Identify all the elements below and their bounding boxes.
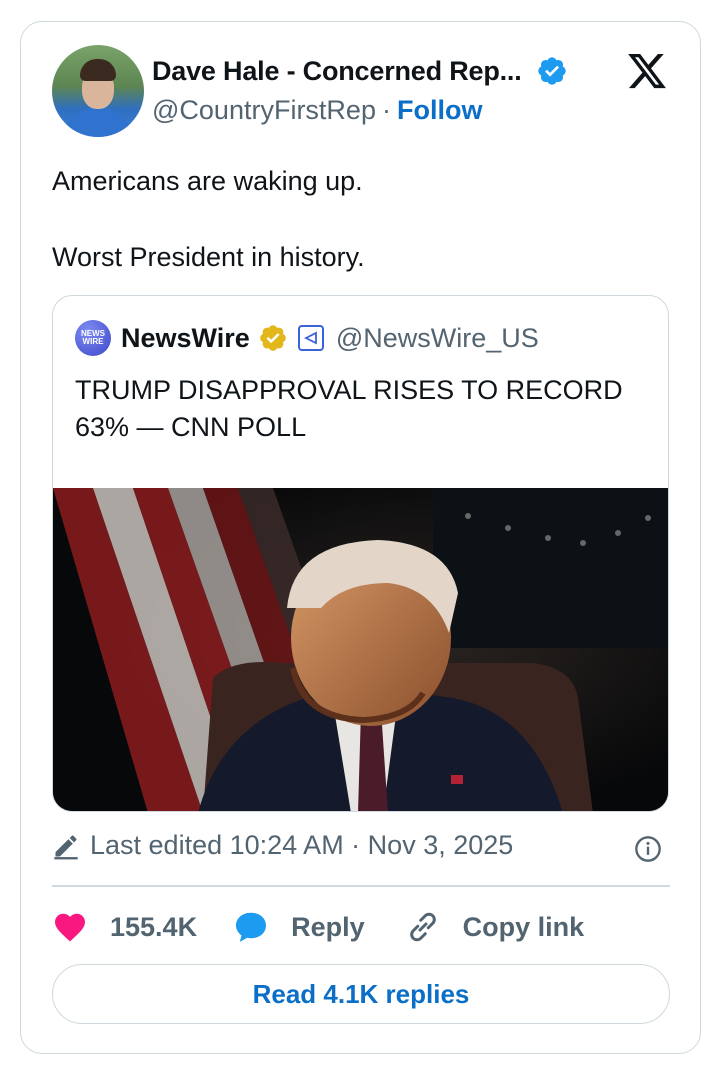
author-handle-row: @CountryFirstRep · Follow: [152, 95, 482, 126]
quote-header: NEWS WIRE NewsWire @NewsWire_US: [75, 320, 539, 356]
quote-author-name[interactable]: NewsWire: [121, 323, 250, 354]
info-icon[interactable]: [634, 835, 662, 863]
author-name-row: Dave Hale - Concerned Rep...: [152, 55, 568, 87]
action-bar: 155.4K Reply Copy link: [52, 905, 584, 949]
quoted-tweet[interactable]: NEWS WIRE NewsWire @NewsWire_US TRUMP DI…: [52, 295, 669, 812]
avatar-shirt: [62, 107, 134, 137]
reply-label: Reply: [291, 911, 365, 942]
heart-icon: [55, 913, 85, 942]
tweet-line: Worst President in history.: [52, 242, 365, 272]
reply-bubble-icon: [236, 912, 267, 942]
author-display-name[interactable]: Dave Hale - Concerned Rep...: [152, 56, 522, 87]
tweet-line: Americans are waking up.: [52, 166, 363, 196]
newswire-avatar: NEWS WIRE: [75, 320, 111, 356]
reply-button[interactable]: Reply: [233, 909, 365, 945]
affiliate-badge-icon: [297, 325, 324, 351]
like-count: 155.4K: [110, 911, 198, 942]
x-logo-icon[interactable]: [625, 50, 669, 92]
author-avatar[interactable]: [52, 45, 144, 137]
gold-verified-badge-icon: [260, 325, 286, 351]
quote-text: TRUMP DISAPPROVAL RISES TO RECORD 63% — …: [75, 375, 623, 442]
quote-author-handle: @NewsWire_US: [335, 322, 539, 353]
divider: [52, 885, 670, 887]
read-replies-button[interactable]: Read 4.1K replies: [52, 964, 670, 1024]
avatar-hair: [80, 59, 116, 81]
copy-link-button[interactable]: Copy link: [405, 909, 585, 945]
like-button[interactable]: 155.4K: [52, 909, 197, 945]
embedded-tweet-card: Dave Hale - Concerned Rep... @CountryFir…: [20, 21, 701, 1054]
quote-photo[interactable]: [53, 488, 668, 811]
follow-button[interactable]: Follow: [397, 95, 482, 126]
tweet-text: Americans are waking up. Worst President…: [52, 162, 365, 276]
edited-timestamp: Last edited 10:24 AM · Nov 3, 2025: [90, 830, 514, 860]
copy-link-label: Copy link: [462, 911, 585, 942]
author-handle[interactable]: @CountryFirstRep: [152, 95, 376, 126]
link-icon: [409, 912, 436, 942]
handle-separator: ·: [381, 95, 391, 125]
verified-badge-icon: [537, 57, 566, 85]
pencil-icon: [54, 834, 78, 859]
edit-info[interactable]: Last edited 10:24 AM · Nov 3, 2025: [52, 830, 513, 861]
